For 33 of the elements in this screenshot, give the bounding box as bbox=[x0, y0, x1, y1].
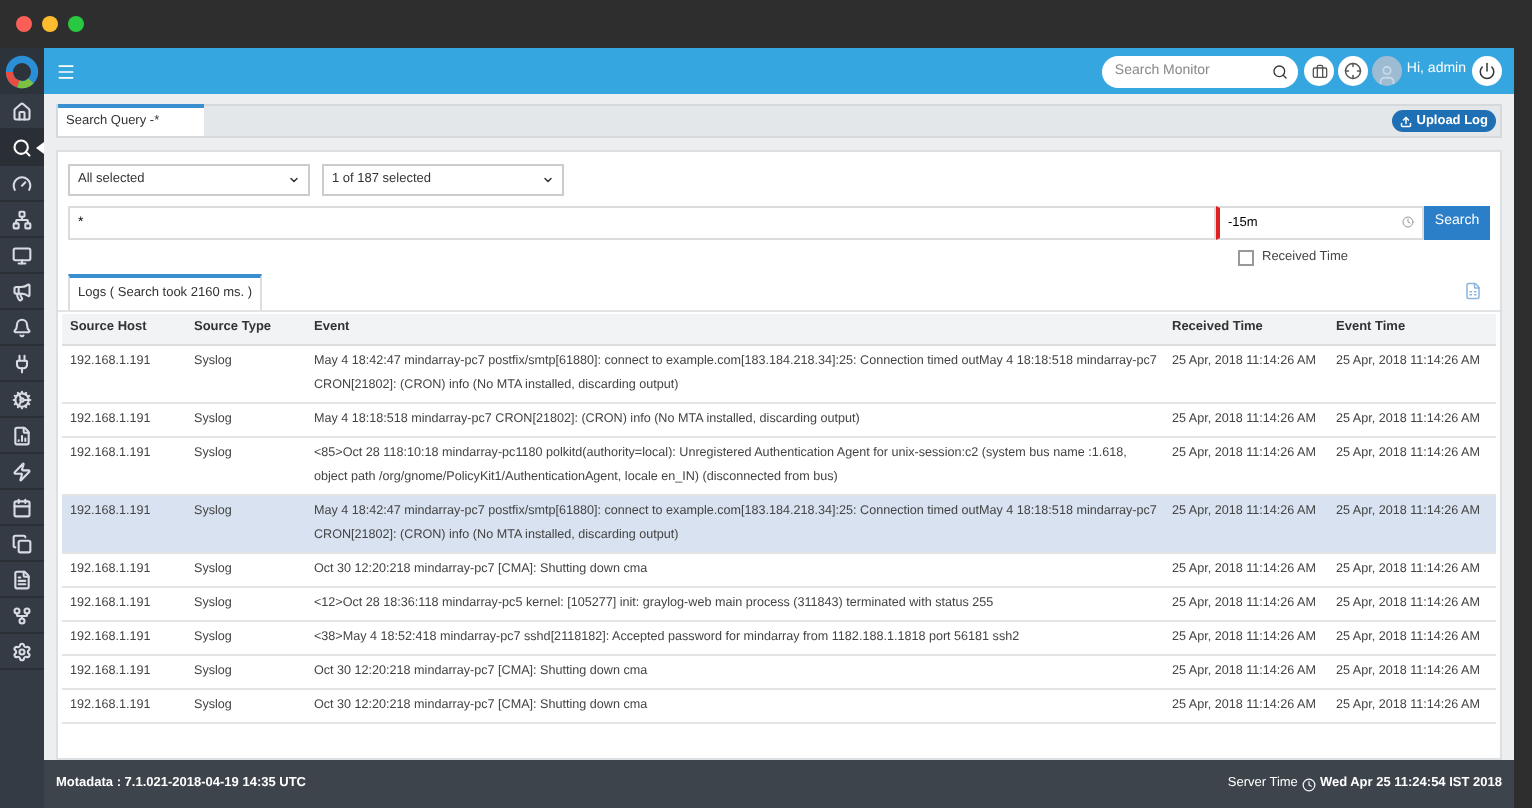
clock-icon bbox=[1301, 777, 1316, 791]
cogs-icon bbox=[12, 389, 32, 409]
megaphone-icon bbox=[12, 281, 32, 301]
search-icon bbox=[12, 137, 32, 157]
power-button[interactable] bbox=[1472, 56, 1502, 86]
crosshair-button[interactable] bbox=[1338, 56, 1369, 86]
checkbox[interactable] bbox=[1238, 249, 1254, 266]
logo-icon bbox=[4, 53, 40, 89]
plug-icon bbox=[12, 353, 32, 373]
calendar-icon bbox=[12, 497, 32, 517]
clock-icon bbox=[1402, 216, 1414, 228]
gauge-icon bbox=[12, 173, 32, 193]
search-icon bbox=[1272, 63, 1289, 79]
power-icon bbox=[1478, 62, 1496, 80]
sidebar-item[interactable] bbox=[0, 130, 44, 166]
chevron-down-icon bbox=[288, 174, 300, 186]
chevron-down-icon bbox=[542, 174, 554, 186]
upload-icon bbox=[1400, 115, 1413, 127]
home-icon bbox=[12, 101, 32, 121]
menu-icon[interactable] bbox=[56, 61, 76, 81]
briefcase-button[interactable] bbox=[1304, 56, 1335, 86]
report-icon bbox=[12, 425, 32, 445]
file-icon bbox=[12, 569, 32, 589]
fork-icon bbox=[12, 605, 32, 625]
bolt-icon bbox=[12, 461, 32, 481]
briefcase-icon bbox=[1311, 63, 1328, 79]
monitor-icon bbox=[12, 245, 32, 265]
crosshair-icon bbox=[1344, 62, 1363, 80]
table-row[interactable] bbox=[62, 495, 1496, 554]
settings-icon bbox=[12, 641, 32, 661]
network-icon bbox=[12, 209, 32, 229]
copy-icon bbox=[12, 533, 32, 553]
bell-icon bbox=[12, 317, 32, 337]
